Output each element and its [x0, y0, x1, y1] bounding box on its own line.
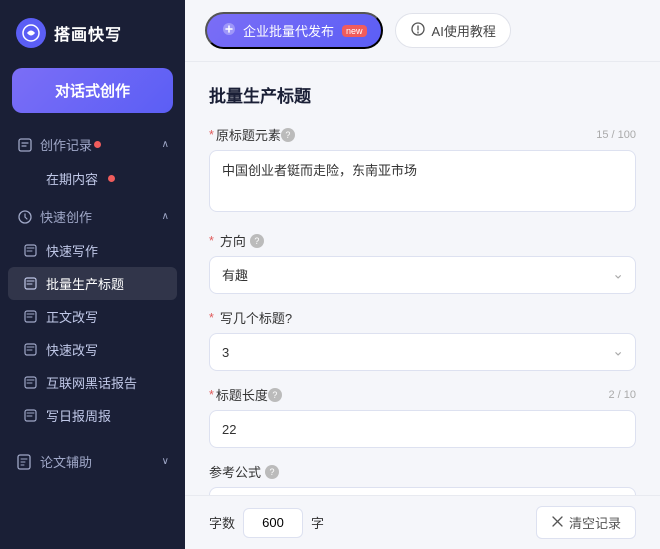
title-length-label: 标题长度 [216, 385, 268, 404]
sidebar-item-quick-rewrite[interactable]: 快速改写 [8, 333, 177, 366]
creation-record-label: 创作记录 [40, 135, 92, 154]
cta-button[interactable]: 对话式创作 [12, 68, 173, 113]
title-length-info-icon[interactable]: ? [268, 388, 282, 402]
ai-tutorial-icon [410, 21, 426, 40]
req-star-3: * [209, 311, 214, 325]
formula-info-icon[interactable]: ? [265, 465, 279, 479]
count-label-row: * 写几个标题? [209, 308, 636, 327]
quick-rewrite-icon [22, 342, 38, 358]
bottombar: 字数 字 清空记录 [185, 495, 660, 549]
quick-create-header[interactable]: 快速创作 ∧ [0, 199, 185, 234]
sidebar-item-quick-write-label: 快速写作 [46, 241, 98, 260]
creation-record-section: 创作记录 ∧ 在期内容 [0, 127, 185, 199]
clear-btn-label: 清空记录 [569, 513, 621, 532]
word-count-label: 字数 [209, 513, 235, 532]
creation-record-chevron: ∧ [162, 139, 169, 150]
count-select[interactable]: 1 2 3 4 5 [209, 333, 636, 371]
formula-label: 参考公式 [209, 462, 261, 481]
topbar: 企业批量代发布 new AI使用教程 [185, 0, 660, 62]
direction-select[interactable]: 有趣 专业 情感 励志 [209, 256, 636, 294]
formula-select-wrapper: 细分人群+数字+结果 疑问句式 对比式 数字列举 [209, 487, 636, 495]
sidebar-item-recent-label: 在期内容 [46, 169, 98, 188]
sidebar: 搭画快写 对话式创作 创作记录 ∧ 在期内容 [0, 0, 185, 549]
enterprise-btn[interactable]: 企业批量代发布 new [205, 12, 383, 49]
direction-label: 方向 [220, 231, 246, 250]
req-star-1: * [209, 128, 214, 142]
formula-label-row: 参考公式 ? [209, 462, 636, 481]
sidebar-logo: 搭画快写 [0, 0, 185, 62]
original-elements-label: 原标题元素 [216, 125, 281, 144]
original-elements-count: 15 / 100 [596, 129, 636, 141]
content-area: 批量生产标题 * 原标题元素 ? 15 / 100 * 方向 ? [185, 62, 660, 495]
sidebar-item-recent[interactable]: 在期内容 [8, 162, 177, 195]
quick-create-chevron: ∧ [162, 211, 169, 222]
formula-select[interactable]: 细分人群+数字+结果 疑问句式 对比式 数字列举 [209, 487, 636, 495]
sidebar-item-batch-title-label: 批量生产标题 [46, 274, 124, 293]
quick-create-section: 快速创作 ∧ 快速写作 批量生产标题 正文改写 快速改写 [0, 199, 185, 436]
internet-report-icon [22, 375, 38, 391]
quick-write-icon [22, 243, 38, 259]
title-length-input[interactable] [209, 410, 636, 448]
title-length-count: 2 / 10 [608, 389, 636, 401]
rewrite-icon [22, 309, 38, 325]
sidebar-item-quick-write[interactable]: 快速写作 [8, 234, 177, 267]
title-length-label-row: * 标题长度 ? 2 / 10 [209, 385, 636, 404]
logo-icon [16, 18, 46, 48]
req-star-4: * [209, 388, 214, 402]
formula-group: 参考公式 ? 细分人群+数字+结果 疑问句式 对比式 数字列举 [209, 462, 636, 495]
creation-record-header[interactable]: 创作记录 ∧ [0, 127, 185, 162]
original-elements-info-icon[interactable]: ? [281, 128, 295, 142]
word-count-input[interactable] [243, 508, 303, 538]
enterprise-icon [221, 21, 237, 40]
main-content: 企业批量代发布 new AI使用教程 批量生产标题 * 原标题元素 ? 15 /… [185, 0, 660, 549]
sidebar-item-daily-report[interactable]: 写日报周报 [8, 399, 177, 432]
clear-icon [551, 515, 564, 531]
thesis-item[interactable]: 论文辅助 ∨ [0, 444, 185, 479]
enterprise-badge: new [342, 25, 367, 37]
ai-tutorial-btn-label: AI使用教程 [432, 21, 496, 40]
count-select-wrapper: 1 2 3 4 5 [209, 333, 636, 371]
direction-group: * 方向 ? 有趣 专业 情感 励志 [209, 231, 636, 294]
req-star-2: * [209, 234, 214, 248]
sidebar-item-rewrite[interactable]: 正文改写 [8, 300, 177, 333]
logo-text: 搭画快写 [54, 21, 122, 45]
direction-info-icon[interactable]: ? [250, 234, 264, 248]
page-title: 批量生产标题 [209, 82, 636, 107]
direction-select-wrapper: 有趣 专业 情感 励志 [209, 256, 636, 294]
quick-create-label: 快速创作 [40, 207, 92, 226]
count-label: 写几个标题? [220, 308, 292, 327]
recent-badge [108, 175, 115, 182]
sidebar-item-rewrite-label: 正文改写 [46, 307, 98, 326]
original-elements-label-row: * 原标题元素 ? 15 / 100 [209, 125, 636, 144]
thesis-chevron: ∨ [162, 456, 169, 467]
thesis-icon [16, 454, 32, 470]
title-length-group: * 标题长度 ? 2 / 10 [209, 385, 636, 448]
recent-icon [22, 171, 38, 187]
batch-title-icon [22, 276, 38, 292]
thesis-label: 论文辅助 [40, 452, 92, 471]
count-group: * 写几个标题? 1 2 3 4 5 [209, 308, 636, 371]
sidebar-item-internet-report[interactable]: 互联网黑话报告 [8, 366, 177, 399]
word-count-unit: 字 [311, 513, 324, 532]
sidebar-item-batch-title[interactable]: 批量生产标题 [8, 267, 177, 300]
creation-record-badge [94, 141, 101, 148]
direction-label-row: * 方向 ? [209, 231, 636, 250]
sidebar-item-daily-report-label: 写日报周报 [46, 406, 111, 425]
sidebar-item-quick-rewrite-label: 快速改写 [46, 340, 98, 359]
quick-create-icon [16, 208, 34, 226]
creation-record-icon [16, 136, 34, 154]
enterprise-btn-label: 企业批量代发布 [243, 21, 334, 40]
clear-btn[interactable]: 清空记录 [536, 506, 636, 539]
original-elements-textarea[interactable] [209, 150, 636, 212]
sidebar-item-internet-report-label: 互联网黑话报告 [46, 373, 137, 392]
original-elements-group: * 原标题元素 ? 15 / 100 [209, 125, 636, 217]
ai-tutorial-btn[interactable]: AI使用教程 [395, 13, 511, 48]
daily-report-icon [22, 408, 38, 424]
